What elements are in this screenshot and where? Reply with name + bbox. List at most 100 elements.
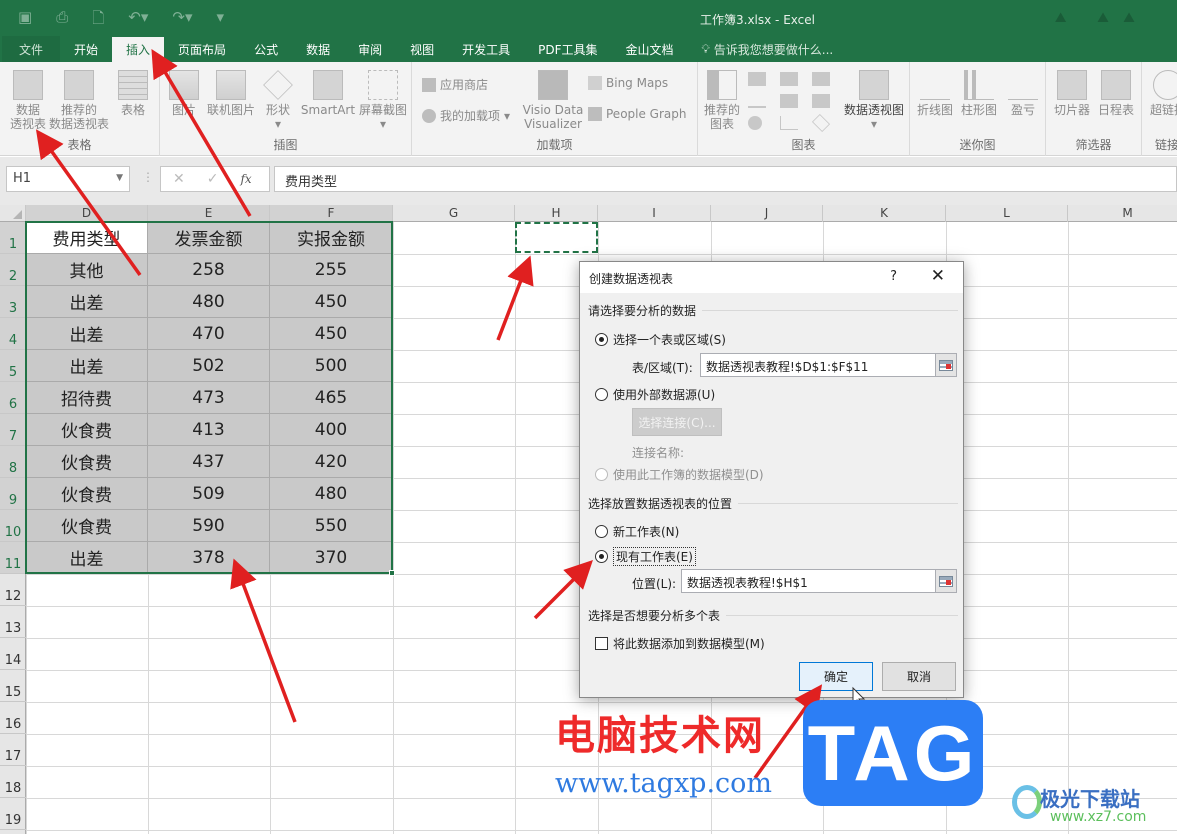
column-header-f[interactable]: F bbox=[270, 205, 393, 222]
column-header-h[interactable]: H bbox=[515, 205, 598, 222]
table-cell[interactable]: 473 bbox=[148, 382, 270, 414]
insert-function-icon[interactable]: fx bbox=[240, 172, 251, 186]
line-chart-icon[interactable] bbox=[748, 94, 766, 108]
column-header-k[interactable]: K bbox=[823, 205, 946, 222]
customize-icon[interactable]: ▾ bbox=[216, 8, 224, 33]
table-cell[interactable]: 420 bbox=[270, 446, 393, 478]
tab-page-layout[interactable]: 页面布局 bbox=[164, 36, 240, 62]
radio-new-worksheet[interactable]: 新工作表(N) bbox=[595, 523, 679, 540]
visio-visualizer-button[interactable]: Visio Data Visualizer bbox=[518, 70, 588, 131]
row-header-16[interactable]: 16 bbox=[0, 702, 26, 734]
recommended-pivot-button[interactable]: 推荐的 数据透视表 bbox=[48, 70, 110, 131]
row-header-4[interactable]: 4 bbox=[0, 318, 26, 350]
tab-file[interactable]: 文件 bbox=[2, 36, 61, 62]
cancel-button[interactable]: 取消 bbox=[882, 662, 956, 691]
sparkline-winloss-button[interactable]: 盈亏 bbox=[1004, 70, 1042, 117]
row-header-10[interactable]: 10 bbox=[0, 510, 26, 542]
pivot-chart-button[interactable]: 数据透视图 ▾ bbox=[842, 70, 906, 131]
table-header-cell[interactable]: 实报金额 bbox=[270, 222, 393, 254]
row-header-1[interactable]: 1 bbox=[0, 222, 26, 254]
tab-home[interactable]: 开始 bbox=[60, 36, 112, 62]
close-icon[interactable]: ✕ bbox=[931, 266, 945, 286]
tab-developer[interactable]: 开发工具 bbox=[448, 36, 524, 62]
select-all-button[interactable] bbox=[0, 205, 26, 222]
picture-button[interactable]: 图片 bbox=[166, 70, 202, 117]
online-picture-button[interactable]: 联机图片 bbox=[204, 70, 258, 117]
active-cell-h1-marquee[interactable] bbox=[515, 222, 598, 253]
print-preview-icon[interactable]: ⎙ bbox=[56, 8, 68, 33]
column-header-e[interactable]: E bbox=[148, 205, 270, 222]
column-header-l[interactable]: L bbox=[946, 205, 1068, 222]
radio-existing-worksheet[interactable]: 现有工作表(E) bbox=[595, 547, 696, 566]
table-cell[interactable]: 出差 bbox=[26, 350, 148, 382]
row-header-2[interactable]: 2 bbox=[0, 254, 26, 286]
row-header-19[interactable]: 19 bbox=[0, 798, 26, 830]
statistic-chart-icon[interactable] bbox=[780, 94, 798, 108]
my-addins-button[interactable]: 我的加载项 ▾ bbox=[422, 107, 510, 124]
add-to-data-model-checkbox[interactable]: 将此数据添加到数据模型(M) bbox=[595, 635, 765, 652]
radar-chart-icon[interactable] bbox=[811, 113, 831, 133]
print-icon[interactable]: 🗋 bbox=[92, 8, 104, 33]
table-cell[interactable]: 502 bbox=[148, 350, 270, 382]
table-cell[interactable]: 465 bbox=[270, 382, 393, 414]
save-icon[interactable]: ▣ bbox=[18, 8, 32, 33]
table-cell[interactable]: 伙食费 bbox=[26, 414, 148, 446]
table-cell[interactable]: 480 bbox=[148, 286, 270, 318]
table-cell[interactable]: 招待费 bbox=[26, 382, 148, 414]
tab-data[interactable]: 数据 bbox=[292, 36, 344, 62]
formula-input[interactable]: 费用类型 bbox=[274, 166, 1177, 192]
row-header-8[interactable]: 8 bbox=[0, 446, 26, 478]
pivot-table-button[interactable]: 数据 透视表 bbox=[8, 70, 48, 131]
table-cell[interactable]: 550 bbox=[270, 510, 393, 542]
recommended-charts-button[interactable]: 推荐的 图表 bbox=[702, 70, 742, 131]
formula-bar-grip-icon[interactable]: ⋮ bbox=[142, 170, 154, 184]
row-header-7[interactable]: 7 bbox=[0, 414, 26, 446]
table-cell[interactable]: 出差 bbox=[26, 542, 148, 574]
column-header-j[interactable]: J bbox=[711, 205, 823, 222]
table-cell[interactable]: 450 bbox=[270, 318, 393, 350]
column-chart-icon[interactable] bbox=[748, 72, 766, 86]
tab-insert[interactable]: 插入 bbox=[112, 37, 165, 62]
row-header-5[interactable]: 5 bbox=[0, 350, 26, 382]
row-header-15[interactable]: 15 bbox=[0, 670, 26, 702]
column-header-m[interactable]: M bbox=[1068, 205, 1177, 222]
name-box[interactable]: H1 ▼ bbox=[6, 166, 130, 192]
table-cell[interactable]: 其他 bbox=[26, 254, 148, 286]
combo-chart-icon[interactable] bbox=[812, 94, 830, 108]
fill-handle[interactable] bbox=[389, 570, 395, 576]
table-cell[interactable]: 255 bbox=[270, 254, 393, 286]
table-cell[interactable]: 437 bbox=[148, 446, 270, 478]
table-cell[interactable]: 伙食费 bbox=[26, 446, 148, 478]
sparkline-column-button[interactable]: 柱形图 bbox=[960, 70, 998, 117]
ok-button[interactable]: 确定 bbox=[799, 662, 873, 691]
range-input[interactable]: 数据透视表教程!$D$1:$F$11 bbox=[700, 353, 936, 377]
pie-chart-icon[interactable] bbox=[748, 116, 762, 130]
column-header-d[interactable]: D bbox=[26, 205, 148, 222]
tab-pdf-tools[interactable]: PDF工具集 bbox=[524, 36, 611, 62]
bing-maps-button[interactable]: Bing Maps bbox=[588, 76, 668, 90]
shapes-button[interactable]: 形状 ▾ bbox=[260, 70, 296, 131]
table-cell[interactable]: 伙食费 bbox=[26, 478, 148, 510]
row-header-18[interactable]: 18 bbox=[0, 766, 26, 798]
waterfall-chart-icon[interactable] bbox=[812, 72, 830, 86]
people-graph-button[interactable]: People Graph bbox=[588, 107, 687, 121]
table-cell[interactable]: 590 bbox=[148, 510, 270, 542]
table-cell[interactable]: 伙食费 bbox=[26, 510, 148, 542]
tab-kingsoft-docs[interactable]: 金山文档 bbox=[612, 36, 688, 62]
row-header-11[interactable]: 11 bbox=[0, 542, 26, 574]
table-button[interactable]: 表格 bbox=[115, 70, 151, 117]
row-header-12[interactable]: 12 bbox=[0, 574, 26, 606]
radio-external-source[interactable]: 使用外部数据源(U) bbox=[595, 386, 715, 403]
tell-me-search[interactable]: 💡︎ 告诉我您想要做什么... bbox=[688, 36, 848, 62]
help-button[interactable]: ? bbox=[890, 269, 897, 284]
chevron-down-icon[interactable]: ▼ bbox=[116, 173, 123, 183]
hyperlink-button[interactable]: 超链接 bbox=[1146, 70, 1177, 117]
smartart-button[interactable]: SmartArt bbox=[300, 70, 356, 117]
tab-view[interactable]: 视图 bbox=[396, 36, 448, 62]
column-header-g[interactable]: G bbox=[393, 205, 515, 222]
undo-icon[interactable]: ↶▾ bbox=[128, 8, 148, 33]
table-cell[interactable]: 378 bbox=[148, 542, 270, 574]
scatter-chart-icon[interactable] bbox=[780, 116, 798, 130]
table-cell[interactable]: 480 bbox=[270, 478, 393, 510]
column-header-i[interactable]: I bbox=[598, 205, 711, 222]
